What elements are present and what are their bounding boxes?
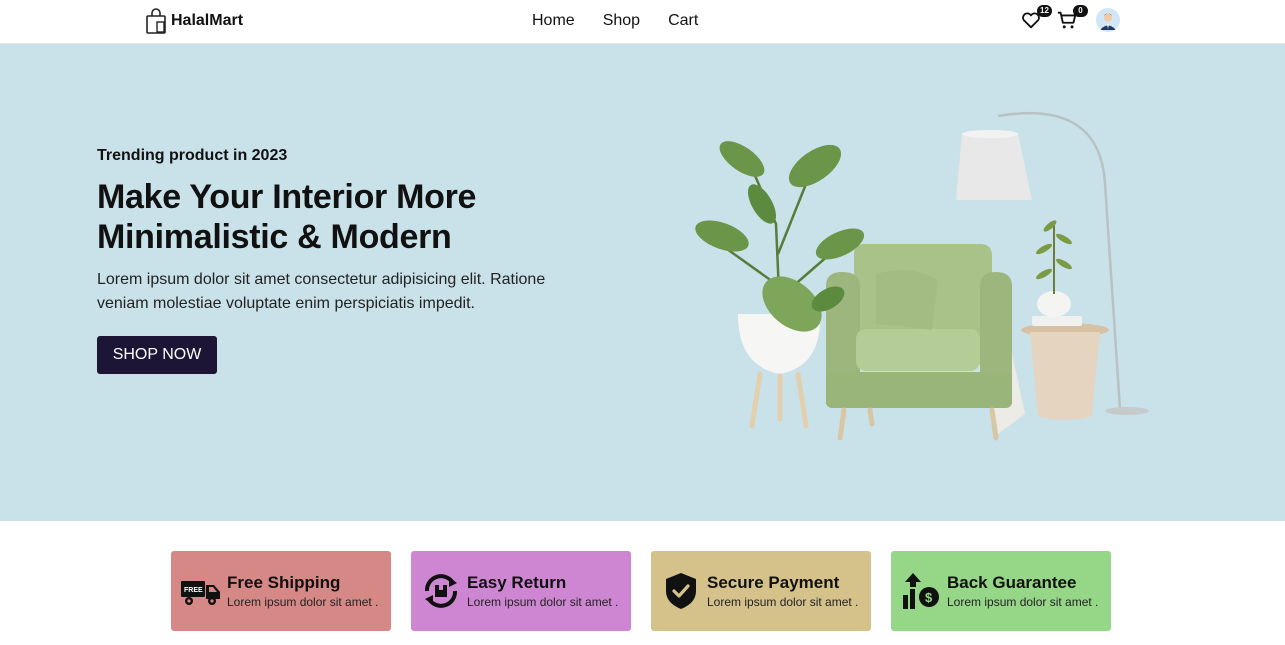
wishlist-count-badge: 12 (1037, 5, 1052, 17)
svg-text:$: $ (925, 590, 933, 605)
shop-now-button[interactable]: SHOP NOW (97, 336, 217, 374)
feature-card-free-shipping: FREE Free Shipping Lorem ipsum dolor sit… (171, 551, 391, 631)
features-row: FREE Free Shipping Lorem ipsum dolor sit… (171, 551, 1111, 631)
feature-title: Back Guarantee (947, 573, 1077, 592)
feature-subtitle: Lorem ipsum dolor sit amet . (227, 595, 379, 609)
hero-description: Lorem ipsum dolor sit amet consectetur a… (97, 268, 597, 316)
cart-button[interactable]: 0 (1056, 5, 1088, 31)
feature-text-easy-return: Easy Return Lorem ipsum dolor sit amet . (467, 573, 618, 609)
shopping-bag-icon (146, 8, 166, 34)
feature-card-secure-payment: Secure Payment Lorem ipsum dolor sit ame… (651, 551, 871, 631)
brand-name: HalalMart (171, 12, 244, 29)
shield-icon (666, 573, 696, 609)
wishlist-button[interactable]: 12 (1020, 5, 1052, 31)
truck-icon: FREE (181, 581, 220, 605)
svg-text:FREE: FREE (184, 587, 203, 594)
nav-link-shop[interactable]: Shop (603, 12, 640, 30)
return-icon (425, 574, 457, 608)
nav-link-home[interactable]: Home (532, 12, 575, 30)
feature-text-back-guarantee: Back Guarantee Lorem ipsum dolor sit ame… (947, 573, 1098, 609)
money-back-icon: $ (903, 573, 939, 609)
feature-card-easy-return: Easy Return Lorem ipsum dolor sit amet . (411, 551, 631, 631)
feature-title: Easy Return (467, 573, 567, 592)
hero-headline-line1: Make Your Interior More (97, 178, 477, 216)
nav-link-cart[interactable]: Cart (668, 12, 698, 30)
main-menu: Home Shop Cart (532, 12, 698, 30)
feature-text-secure-payment: Secure Payment Lorem ipsum dolor sit ame… (707, 573, 858, 609)
feature-title: Secure Payment (707, 573, 840, 592)
hero-description-line1: Lorem ipsum dolor sit amet consectetur a… (97, 271, 546, 288)
hero-furniture-illustration (695, 111, 1149, 441)
feature-subtitle: Lorem ipsum dolor sit amet . (707, 595, 859, 609)
hero-headline-line2: Minimalistic & Modern (97, 218, 452, 256)
hero-section: Trending product in 2023 Make Your Inter… (0, 44, 1285, 521)
nav-actions: 12 0 (1020, 5, 1120, 32)
hero-description-line2: veniam molestiae voluptate enim perspici… (97, 295, 475, 312)
hero-headline: Make Your Interior More Minimalistic & M… (97, 177, 617, 257)
feature-text-free-shipping: Free Shipping Lorem ipsum dolor sit amet… (227, 573, 378, 609)
top-navbar: HalalMart Home Shop Cart 12 0 (0, 0, 1285, 44)
feature-card-back-guarantee: $ Back Guarantee Lorem ipsum dolor sit a… (891, 551, 1111, 631)
cart-count-badge: 0 (1073, 5, 1088, 17)
feature-title: Free Shipping (227, 573, 341, 592)
user-avatar-icon (1096, 8, 1120, 32)
feature-subtitle: Lorem ipsum dolor sit amet . (467, 595, 619, 609)
hero-eyebrow: Trending product in 2023 (97, 147, 288, 164)
brand-logo[interactable]: HalalMart (145, 8, 243, 34)
user-avatar[interactable] (1096, 8, 1120, 32)
feature-subtitle: Lorem ipsum dolor sit amet . (947, 595, 1099, 609)
